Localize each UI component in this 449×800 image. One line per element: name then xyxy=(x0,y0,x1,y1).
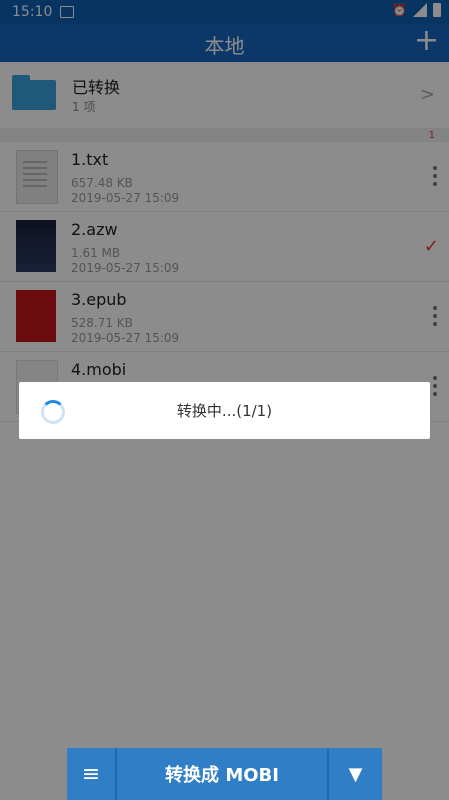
convert-button[interactable]: 转换成 MOBI xyxy=(117,748,329,800)
format-dropdown-button[interactable]: ▼ xyxy=(329,748,382,800)
bottom-action-bar: ≡ 转换成 MOBI ▼ xyxy=(67,748,382,800)
menu-button[interactable]: ≡ xyxy=(67,748,117,800)
progress-message: 转换中...(1/1) xyxy=(176,402,273,420)
progress-dialog: 转换中...(1/1) xyxy=(19,382,430,439)
